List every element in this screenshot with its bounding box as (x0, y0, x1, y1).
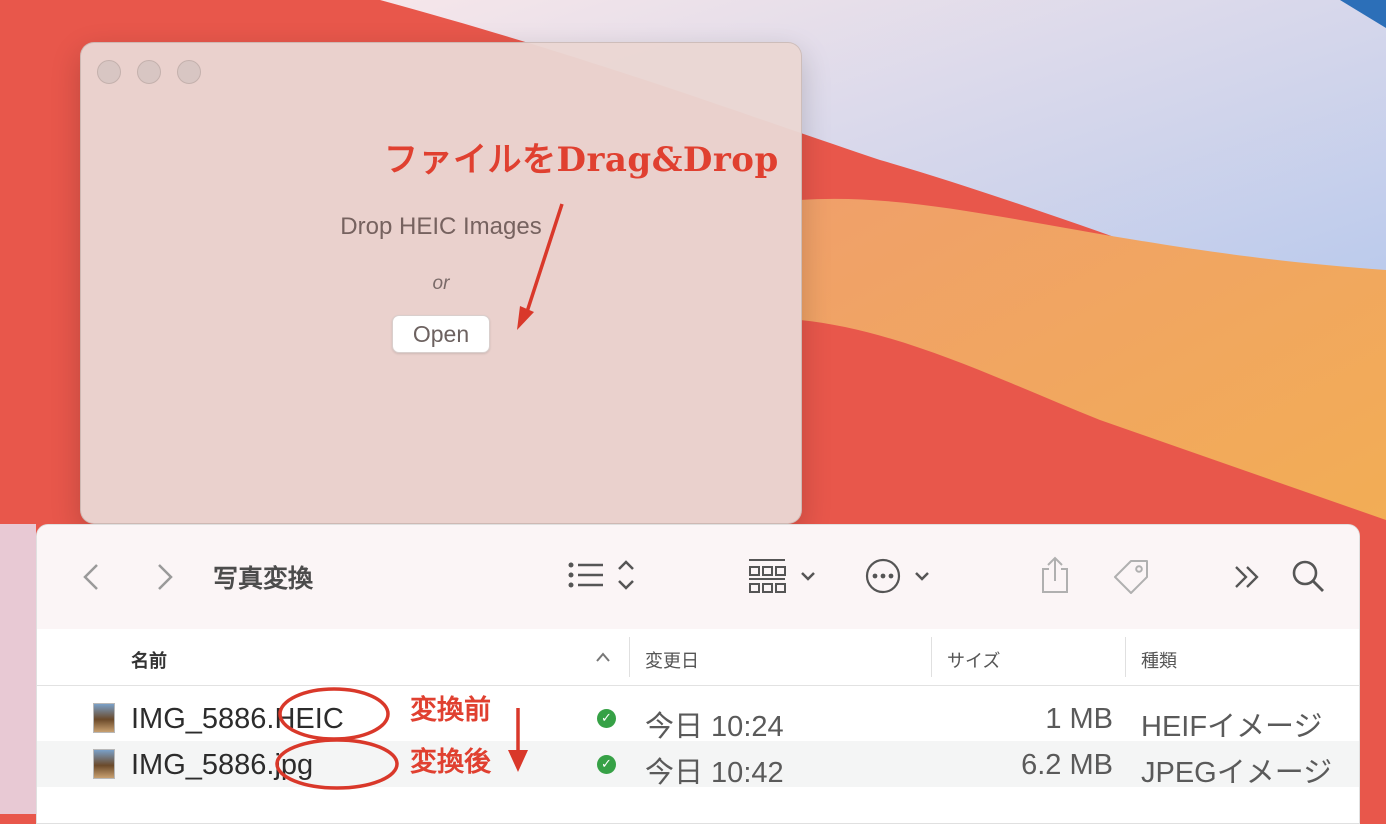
finder-toolbar: 写真変換 (37, 525, 1359, 630)
column-divider (629, 637, 630, 677)
column-divider (1125, 637, 1126, 677)
image-file-icon (93, 703, 115, 733)
zoom-window-button[interactable] (177, 60, 201, 84)
file-name: IMG_5886.jpg (131, 749, 313, 782)
minimize-window-button[interactable] (137, 60, 161, 84)
sync-status-icon: ✓ (597, 755, 616, 774)
tag-icon[interactable] (1111, 557, 1151, 595)
file-kind: JPEGイメージ (1141, 757, 1333, 789)
list-view-icon[interactable] (567, 559, 639, 593)
file-kind: HEIFイメージ (1141, 711, 1323, 743)
chevron-right-icon[interactable] (153, 563, 175, 591)
chevron-left-icon[interactable] (81, 563, 103, 591)
column-size-header[interactable]: サイズ (947, 647, 1000, 673)
file-size: 6.2 MB (1021, 749, 1113, 781)
file-base-name: IMG_5886 (131, 749, 267, 781)
column-date-header[interactable]: 変更日 (645, 647, 699, 673)
file-base-name: IMG_5886 (131, 703, 267, 735)
grid-group-icon[interactable] (749, 557, 821, 595)
file-extension: .jpg (266, 749, 314, 781)
share-icon[interactable] (1039, 555, 1071, 595)
before-conversion-annotation: 変換前 (410, 695, 491, 726)
drop-zone-label: Drop HEIC Images (340, 213, 542, 240)
column-name-header[interactable]: 名前 (131, 647, 167, 673)
converter-window: Drop HEIC Images or Open (80, 42, 802, 524)
file-extension: .HEIC (266, 703, 344, 735)
ellipsis-circle-icon[interactable] (865, 557, 935, 595)
file-date: 今日 10:24 (645, 711, 784, 743)
file-row[interactable]: IMG_5886.HEIC ✓ 今日 10:24 1 MB HEIFイメージ (37, 695, 1359, 743)
sort-ascending-icon[interactable] (595, 651, 611, 663)
column-kind-header[interactable]: 種類 (1141, 647, 1177, 673)
close-window-button[interactable] (97, 60, 121, 84)
folder-title: 写真変換 (213, 564, 314, 593)
file-row[interactable]: IMG_5886.jpg ✓ 今日 10:42 6.2 MB JPEGイメージ (37, 741, 1359, 789)
search-icon[interactable] (1291, 559, 1327, 595)
column-divider (931, 637, 932, 677)
double-chevron-right-icon[interactable] (1233, 565, 1263, 589)
image-file-icon (93, 749, 115, 779)
sync-status-icon: ✓ (597, 709, 616, 728)
sidebar-edge (0, 524, 36, 814)
file-name: IMG_5886.HEIC (131, 703, 344, 736)
drag-drop-annotation: ファイルをDrag&Drop (384, 140, 779, 180)
after-conversion-annotation: 変換後 (410, 747, 491, 778)
finder-window: 写真変換 名前 変更日 サイズ 種類 IMG_5886.HEIC ✓ 今日 10… (36, 524, 1360, 824)
file-size: 1 MB (1045, 703, 1113, 735)
column-headers: 名前 変更日 サイズ 種類 (37, 629, 1359, 686)
open-button[interactable]: Open (392, 315, 490, 353)
file-date: 今日 10:42 (645, 757, 784, 789)
or-label: or (432, 273, 450, 294)
